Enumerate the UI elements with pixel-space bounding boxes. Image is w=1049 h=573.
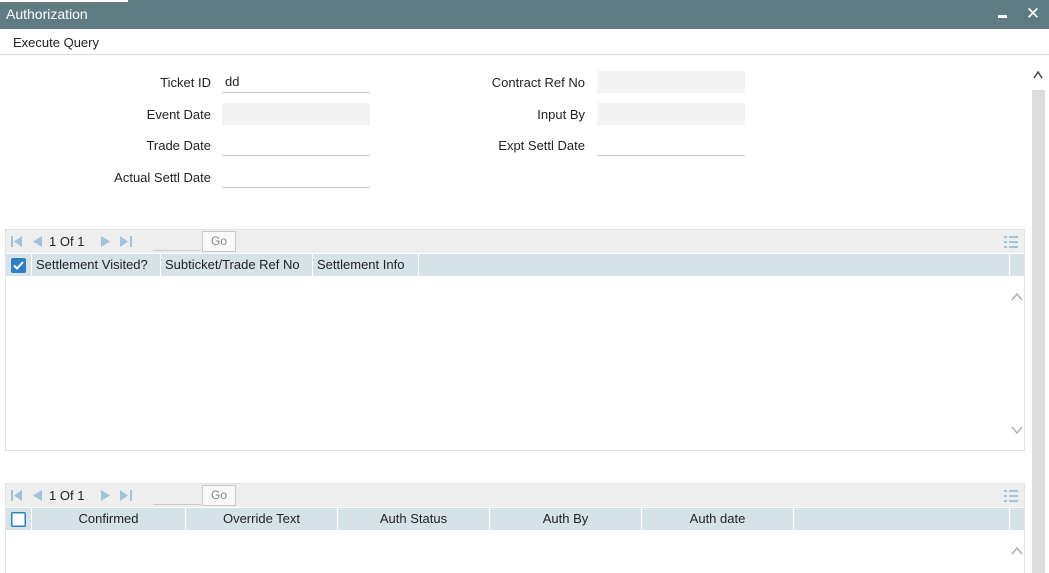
go-button[interactable]: Go — [202, 485, 236, 506]
total-pages: 1 — [77, 234, 85, 249]
execute-query-button[interactable]: Execute Query — [13, 35, 99, 50]
previous-page-icon[interactable] — [31, 236, 43, 247]
column-header-settlement-visited[interactable]: Settlement Visited? — [32, 254, 161, 276]
override-pager: 1 Of 1 Go — [6, 484, 1024, 507]
first-page-icon[interactable] — [11, 490, 23, 501]
last-page-icon[interactable] — [120, 490, 132, 501]
settlement-header-row: Settlement Visited? Subticket/Trade Ref … — [6, 254, 1009, 276]
contract-ref-no-field — [597, 71, 745, 93]
previous-page-icon[interactable] — [31, 490, 43, 501]
contract-ref-no-label: Contract Ref No — [491, 75, 585, 90]
window-title-bar: Authorization ✕ — [0, 0, 1049, 29]
scroll-up-icon[interactable] — [1033, 70, 1043, 80]
page-number-input[interactable] — [153, 486, 201, 505]
page-of-label: Of — [59, 488, 74, 503]
list-view-icon[interactable] — [1004, 490, 1018, 502]
ticket-id-label: Ticket ID — [160, 75, 211, 90]
column-header-override-text[interactable]: Override Text — [186, 508, 338, 530]
trade-date-label: Trade Date — [146, 138, 211, 153]
trade-date-field[interactable] — [222, 134, 370, 156]
column-header-confirmed[interactable]: Confirmed — [32, 508, 186, 530]
scrollbar-track[interactable] — [1032, 90, 1045, 573]
current-page: 1 — [49, 488, 57, 503]
header-scroll-cap — [1009, 254, 1024, 276]
total-pages: 1 — [77, 488, 85, 503]
scroll-up-icon[interactable] — [1011, 546, 1023, 556]
settlement-pager: 1 Of 1 Go — [6, 230, 1024, 253]
column-header-settlement-info[interactable]: Settlement Info — [313, 254, 419, 276]
minimize-icon[interactable] — [993, 4, 1013, 24]
input-by-label: Input By — [537, 107, 585, 122]
go-button[interactable]: Go — [202, 231, 236, 252]
page-indicator: 1 Of 1 — [49, 488, 84, 503]
page-number-input[interactable] — [153, 232, 201, 251]
main-vertical-scrollbar[interactable] — [1030, 56, 1047, 573]
column-header-auth-status[interactable]: Auth Status — [338, 508, 490, 530]
close-icon[interactable]: ✕ — [1023, 4, 1043, 24]
event-date-label: Event Date — [146, 107, 211, 122]
page-of-label: Of — [59, 234, 74, 249]
select-all-cell — [6, 254, 32, 276]
scroll-down-icon[interactable] — [1011, 425, 1023, 435]
column-header-subticket-trade-ref-no[interactable]: Subticket/Trade Ref No — [161, 254, 313, 276]
last-page-icon[interactable] — [120, 236, 132, 247]
event-date-field — [222, 103, 370, 125]
page-indicator: 1 Of 1 — [49, 234, 84, 249]
actual-settl-date-field[interactable] — [222, 166, 370, 188]
settlement-grid: 1 Of 1 Go Settlement Visited? Subticket/… — [5, 229, 1025, 451]
next-page-icon[interactable] — [100, 490, 112, 501]
select-all-checkbox[interactable] — [11, 258, 26, 273]
select-all-cell — [6, 508, 32, 530]
header-scroll-cap — [1009, 508, 1024, 530]
override-grid: 1 Of 1 Go Confirmed Override Text Auth S… — [5, 483, 1025, 573]
input-by-field — [597, 103, 745, 125]
next-page-icon[interactable] — [100, 236, 112, 247]
list-view-icon[interactable] — [1004, 236, 1018, 248]
active-tab-indicator — [0, 0, 128, 2]
window-title: Authorization — [6, 6, 88, 22]
column-header-auth-by[interactable]: Auth By — [490, 508, 642, 530]
override-header-row: Confirmed Override Text Auth Status Auth… — [6, 508, 1009, 530]
expt-settl-date-label: Expt Settl Date — [498, 138, 585, 153]
actual-settl-date-label: Actual Settl Date — [114, 170, 211, 185]
toolbar: Execute Query — [0, 29, 1049, 55]
select-all-checkbox[interactable] — [11, 512, 26, 527]
current-page: 1 — [49, 234, 57, 249]
scroll-up-icon[interactable] — [1011, 292, 1023, 302]
expt-settl-date-field[interactable] — [597, 134, 745, 156]
column-header-auth-date[interactable]: Auth date — [642, 508, 794, 530]
ticket-id-field[interactable]: dd — [222, 71, 370, 93]
first-page-icon[interactable] — [11, 236, 23, 247]
